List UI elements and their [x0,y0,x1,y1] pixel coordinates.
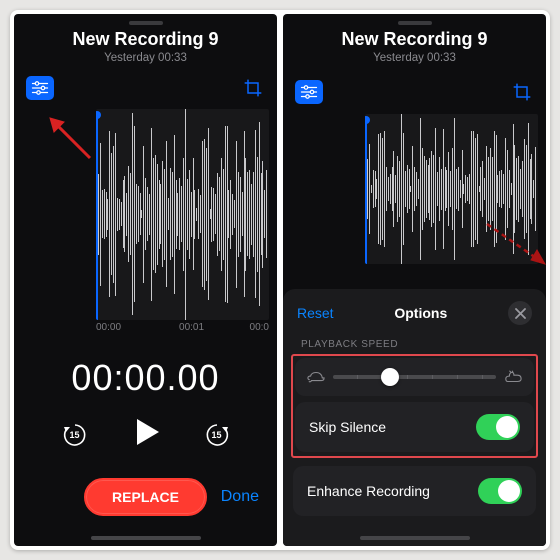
turtle-icon [307,370,325,384]
time-ticks: 00:00 00:01 00:0 [96,320,269,335]
playback-controls: 15 15 [14,415,277,454]
close-button[interactable] [508,301,532,325]
tool-row [14,74,277,107]
sliders-icon [31,81,49,95]
play-icon [129,415,163,449]
home-indicator[interactable] [360,536,470,540]
replace-button[interactable]: REPLACE [84,478,207,516]
speed-slider[interactable] [333,375,496,379]
waveform[interactable] [365,114,538,264]
home-indicator[interactable] [91,536,201,540]
highlight-box: Skip Silence [291,354,538,458]
enhance-label: Enhance Recording [307,483,430,499]
trim-button[interactable] [241,76,265,100]
timer: 00:00.00 [14,357,277,399]
close-icon [515,308,526,319]
reset-button[interactable]: Reset [297,305,334,321]
options-button[interactable] [26,76,54,100]
recording-subtitle: Yesterday 00:33 [14,52,277,64]
skip-forward-button[interactable]: 15 [203,421,231,449]
sliders-icon [300,85,318,99]
phone-left: New Recording 9 Yesterday 00:33 [14,14,277,546]
tool-row [283,78,546,112]
skip-back-button[interactable]: 15 [61,421,89,449]
crop-icon [512,82,532,102]
slider-knob[interactable] [381,368,399,386]
done-button[interactable]: Done [221,488,259,506]
trim-button[interactable] [510,80,534,104]
skip-silence-label: Skip Silence [309,419,386,435]
options-button[interactable] [295,80,323,104]
speed-slider-row [295,358,534,396]
recording-title: New Recording 9 [283,29,546,50]
skip-silence-toggle[interactable] [476,414,520,440]
phone-right: New Recording 9 Yesterday 00:33 [283,14,546,546]
comparison-frame: New Recording 9 Yesterday 00:33 [10,10,550,550]
play-button[interactable] [129,415,163,454]
rabbit-icon [504,370,522,384]
bottom-bar: REPLACE Done [14,478,277,516]
skip-silence-row: Skip Silence [295,402,534,452]
section-label: PLAYBACK SPEED [283,335,546,356]
panel-title: Options [394,305,447,321]
enhance-toggle[interactable] [478,478,522,504]
crop-icon [243,78,263,98]
options-panel: Reset Options PLAYBACK SPEED Sk [283,289,546,546]
grabber[interactable] [398,21,432,25]
recording-title: New Recording 9 [14,29,277,50]
grabber[interactable] [129,21,163,25]
annotation-arrow [48,116,94,162]
waveform[interactable] [96,109,269,320]
enhance-row: Enhance Recording [293,466,536,516]
recording-subtitle: Yesterday 00:33 [283,52,546,64]
